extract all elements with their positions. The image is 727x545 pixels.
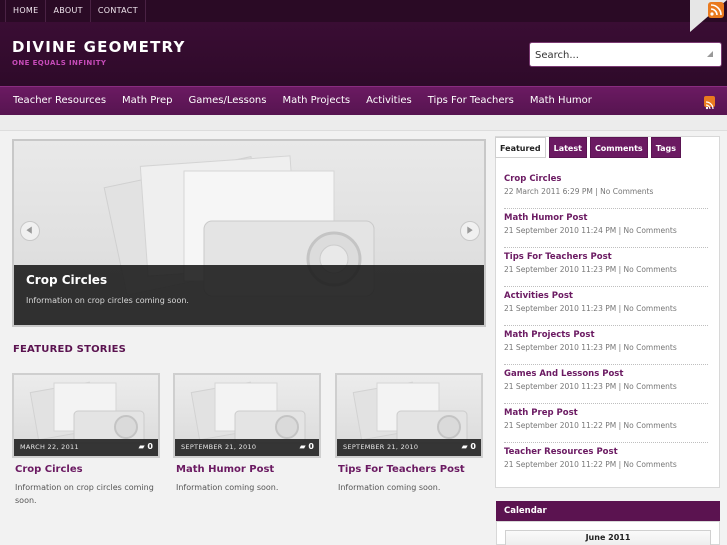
calendar-month: June 2011 bbox=[505, 530, 711, 545]
slide-text: Information on crop circles coming soon. bbox=[26, 296, 189, 305]
top-nav: HOME ABOUT CONTACT bbox=[5, 0, 146, 22]
comment-count: 0 bbox=[147, 442, 153, 451]
comment-count: 0 bbox=[470, 442, 476, 451]
sidebar-tabs: Featured Latest Comments Tags bbox=[495, 137, 684, 158]
camera-placeholder-icon bbox=[190, 381, 306, 444]
tab-comments[interactable]: Comments bbox=[589, 137, 648, 158]
slide-caption: Crop Circles Information on crop circles… bbox=[14, 265, 484, 325]
nav-item-games-lessons[interactable]: Games/Lessons bbox=[181, 87, 275, 115]
nav-item-math-prep[interactable]: Math Prep bbox=[114, 87, 180, 115]
story-card: SEPTEMBER 21, 2010 ▰ 0 Tips For Teachers… bbox=[335, 373, 483, 492]
arrow-right-icon[interactable] bbox=[460, 221, 480, 241]
list-item: Tips For Teachers Post 21 September 2010… bbox=[504, 248, 708, 287]
tab-tags[interactable]: Tags bbox=[650, 137, 681, 158]
story-title[interactable]: Math Humor Post bbox=[176, 464, 274, 475]
featured-slider[interactable]: Crop Circles Information on crop circles… bbox=[12, 139, 486, 327]
story-comments[interactable]: ▰ 0 bbox=[299, 442, 314, 451]
arrow-left-icon[interactable] bbox=[20, 221, 40, 241]
story-excerpt: Information on crop circles coming soon. bbox=[15, 483, 154, 505]
comment-icon: ▰ bbox=[138, 442, 145, 451]
search-box bbox=[529, 42, 722, 67]
calendar-widget: June 2011 bbox=[496, 521, 720, 545]
story-title[interactable]: Tips For Teachers Post bbox=[338, 464, 465, 475]
story-comments[interactable]: ▰ 0 bbox=[138, 442, 153, 451]
list-item: Teacher Resources Post 21 September 2010… bbox=[504, 443, 708, 482]
story-thumbnail[interactable]: SEPTEMBER 21, 2010 ▰ 0 bbox=[335, 373, 483, 458]
nav-item-tips-for-teachers[interactable]: Tips For Teachers bbox=[420, 87, 522, 115]
post-title[interactable]: Tips For Teachers Post bbox=[504, 252, 708, 262]
story-date: SEPTEMBER 21, 2010 bbox=[181, 443, 257, 451]
search-icon[interactable] bbox=[705, 49, 715, 59]
list-item: Math Humor Post 21 September 2010 11:24 … bbox=[504, 209, 708, 248]
post-title[interactable]: Teacher Resources Post bbox=[504, 447, 708, 457]
post-title[interactable]: Games And Lessons Post bbox=[504, 369, 708, 379]
list-item: Crop Circles 22 March 2011 6:29 PM | No … bbox=[504, 170, 708, 209]
main-nav: Teacher Resources Math Prep Games/Lesson… bbox=[0, 86, 727, 115]
site-header: DIVINE GEOMETRY ONE EQUALS INFINITY bbox=[0, 22, 727, 86]
comment-count: 0 bbox=[308, 442, 314, 451]
story-excerpt: Information coming soon. bbox=[338, 483, 441, 492]
nav-item-activities[interactable]: Activities bbox=[358, 87, 420, 115]
story-meta: SEPTEMBER 21, 2010 ▰ 0 bbox=[337, 439, 481, 456]
comment-icon: ▰ bbox=[461, 442, 468, 451]
post-meta: 21 September 2010 11:23 PM | No Comments bbox=[504, 304, 677, 313]
list-item: Math Prep Post 21 September 2010 11:22 P… bbox=[504, 404, 708, 443]
post-title[interactable]: Math Prep Post bbox=[504, 408, 708, 418]
site-tagline: ONE EQUALS INFINITY bbox=[12, 59, 107, 67]
featured-stories-heading: FEATURED STORIES bbox=[13, 344, 127, 355]
top-nav-home[interactable]: HOME bbox=[5, 0, 47, 22]
story-card: MARCH 22, 2011 ▰ 0 Crop Circles Informat… bbox=[12, 373, 160, 505]
story-thumbnail[interactable]: SEPTEMBER 21, 2010 ▰ 0 bbox=[173, 373, 321, 458]
nav-item-teacher-resources[interactable]: Teacher Resources bbox=[5, 87, 114, 115]
calendar-title: Calendar bbox=[504, 506, 547, 516]
story-meta: SEPTEMBER 21, 2010 ▰ 0 bbox=[175, 439, 319, 456]
story-title[interactable]: Crop Circles bbox=[15, 464, 83, 475]
story-thumbnail[interactable]: MARCH 22, 2011 ▰ 0 bbox=[12, 373, 160, 458]
post-meta: 22 March 2011 6:29 PM | No Comments bbox=[504, 187, 654, 196]
post-meta: 21 September 2010 11:23 PM | No Comments bbox=[504, 265, 677, 274]
post-meta: 21 September 2010 11:22 PM | No Comments bbox=[504, 460, 677, 469]
story-date: SEPTEMBER 21, 2010 bbox=[343, 443, 419, 451]
post-meta: 21 September 2010 11:24 PM | No Comments bbox=[504, 226, 677, 235]
list-item: Activities Post 21 September 2010 11:23 … bbox=[504, 287, 708, 326]
camera-placeholder-icon bbox=[352, 381, 468, 444]
calendar-widget-header: Calendar bbox=[496, 501, 720, 521]
story-date: MARCH 22, 2011 bbox=[20, 443, 79, 451]
post-title[interactable]: Activities Post bbox=[504, 291, 708, 301]
nav-item-math-projects[interactable]: Math Projects bbox=[274, 87, 358, 115]
camera-placeholder-icon bbox=[29, 381, 145, 444]
post-meta: 21 September 2010 11:23 PM | No Comments bbox=[504, 382, 677, 391]
top-nav-about[interactable]: ABOUT bbox=[46, 0, 91, 22]
search-input[interactable] bbox=[530, 44, 695, 67]
story-comments[interactable]: ▰ 0 bbox=[461, 442, 476, 451]
rss-icon[interactable] bbox=[708, 2, 724, 18]
post-meta: 21 September 2010 11:22 PM | No Comments bbox=[504, 421, 677, 430]
tab-featured[interactable]: Featured bbox=[495, 137, 546, 158]
site-title[interactable]: DIVINE GEOMETRY bbox=[12, 38, 186, 56]
tab-latest[interactable]: Latest bbox=[548, 137, 587, 158]
slide-title[interactable]: Crop Circles bbox=[26, 273, 107, 287]
nav-item-math-humor[interactable]: Math Humor bbox=[522, 87, 600, 115]
list-item: Games And Lessons Post 21 September 2010… bbox=[504, 365, 708, 404]
story-meta: MARCH 22, 2011 ▰ 0 bbox=[14, 439, 158, 456]
nav-rss-icon[interactable] bbox=[704, 96, 715, 110]
story-excerpt: Information coming soon. bbox=[176, 483, 279, 492]
top-nav-contact[interactable]: CONTACT bbox=[91, 0, 146, 22]
list-item: Math Projects Post 21 September 2010 11:… bbox=[504, 326, 708, 365]
post-title[interactable]: Crop Circles bbox=[504, 174, 708, 184]
post-title[interactable]: Math Humor Post bbox=[504, 213, 708, 223]
rss-corner[interactable] bbox=[690, 0, 727, 32]
top-bar: HOME ABOUT CONTACT bbox=[0, 0, 727, 22]
post-meta: 21 September 2010 11:23 PM | No Comments bbox=[504, 343, 677, 352]
story-card: SEPTEMBER 21, 2010 ▰ 0 Math Humor Post I… bbox=[173, 373, 321, 492]
comment-icon: ▰ bbox=[299, 442, 306, 451]
sidebar-post-list: Crop Circles 22 March 2011 6:29 PM | No … bbox=[504, 170, 708, 482]
post-title[interactable]: Math Projects Post bbox=[504, 330, 708, 340]
